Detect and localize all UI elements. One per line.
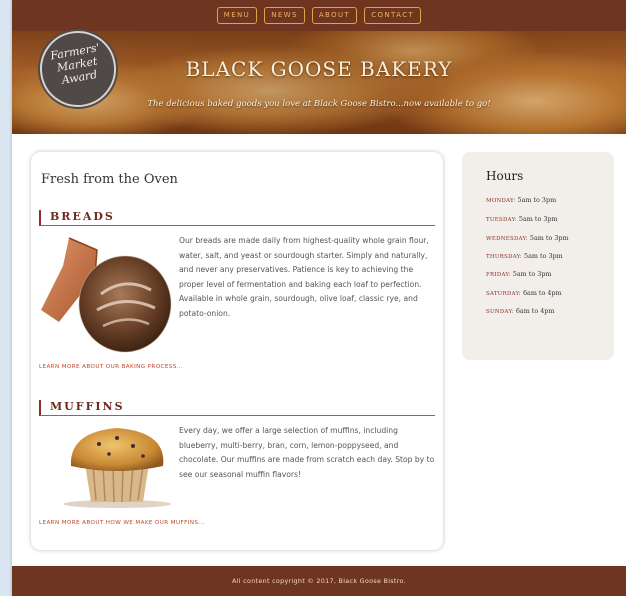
hours-time: 6am to 4pm (522, 289, 562, 297)
hours-panel: Hours MONDAY: 5am to 3pm TUESDAY: 5am to… (462, 152, 614, 360)
footer: All content copyright © 2017, Black Goos… (12, 566, 626, 596)
hours-row: FRIDAY: 5am to 3pm (486, 270, 551, 278)
hours-time: 5am to 3pm (518, 215, 558, 223)
hours-day: WEDNESDAY: (486, 236, 528, 242)
hours-time: 5am to 3pm (524, 252, 563, 260)
muffins-heading: MUFFINS (39, 400, 435, 416)
tagline: The delicious baked goods you love at Bl… (147, 99, 491, 109)
hours-row: MONDAY: 5am to 3pm (486, 196, 556, 204)
nav-about-link[interactable]: ABOUT (311, 7, 358, 24)
hours-row: TUESDAY: 5am to 3pm (486, 215, 558, 223)
hours-day: SUNDAY: (486, 309, 514, 315)
hours-time: 5am to 3pm (512, 270, 552, 278)
hours-row: SUNDAY: 6am to 4pm (486, 307, 554, 315)
hours-row: WEDNESDAY: 5am to 3pm (486, 234, 569, 242)
hours-title: Hours (486, 169, 524, 183)
breads-heading: BREADS (39, 210, 435, 226)
site-title: BLACK GOOSE BAKERY (185, 57, 453, 81)
hero-banner: Farmers' Market Award BLACK GOOSE BAKERY… (12, 24, 626, 134)
breads-learn-more-link[interactable]: LEARN MORE ABOUT OUR BAKING PROCESS... (39, 364, 183, 370)
hours-row: SATURDAY: 6am to 4pm (486, 289, 562, 297)
nav-news-link[interactable]: NEWS (264, 7, 305, 24)
bread-image (39, 236, 173, 354)
hours-time: 5am to 3pm (517, 196, 557, 204)
nav-menu-link[interactable]: MENU (216, 7, 258, 24)
main-content: Fresh from the Oven BREADS Our breads ar… (31, 152, 443, 550)
hours-day: SATURDAY: (486, 291, 521, 297)
muffins-learn-more-link[interactable]: LEARN MORE ABOUT HOW WE MAKE OUR MUFFINS… (39, 520, 205, 526)
hours-day: FRIDAY: (486, 272, 511, 278)
hours-day: THURSDAY: (486, 254, 522, 260)
muffin-image (59, 420, 175, 508)
hours-day: MONDAY: (486, 198, 516, 204)
breads-description: Our breads are made daily from highest-q… (179, 236, 429, 318)
main-heading: Fresh from the Oven (41, 172, 178, 187)
hours-row: THURSDAY: 5am to 3pm (486, 252, 563, 260)
main-nav: MENU NEWS ABOUT CONTACT (12, 0, 626, 31)
hours-time: 5am to 3pm (529, 234, 569, 242)
hours-day: TUESDAY: (486, 217, 517, 223)
muffins-description: Every day, we offer a large selection of… (179, 426, 435, 479)
page: MENU NEWS ABOUT CONTACT Farmers' Market … (12, 0, 626, 596)
hours-time: 6am to 4pm (515, 307, 555, 315)
nav-contact-link[interactable]: CONTACT (364, 7, 422, 24)
